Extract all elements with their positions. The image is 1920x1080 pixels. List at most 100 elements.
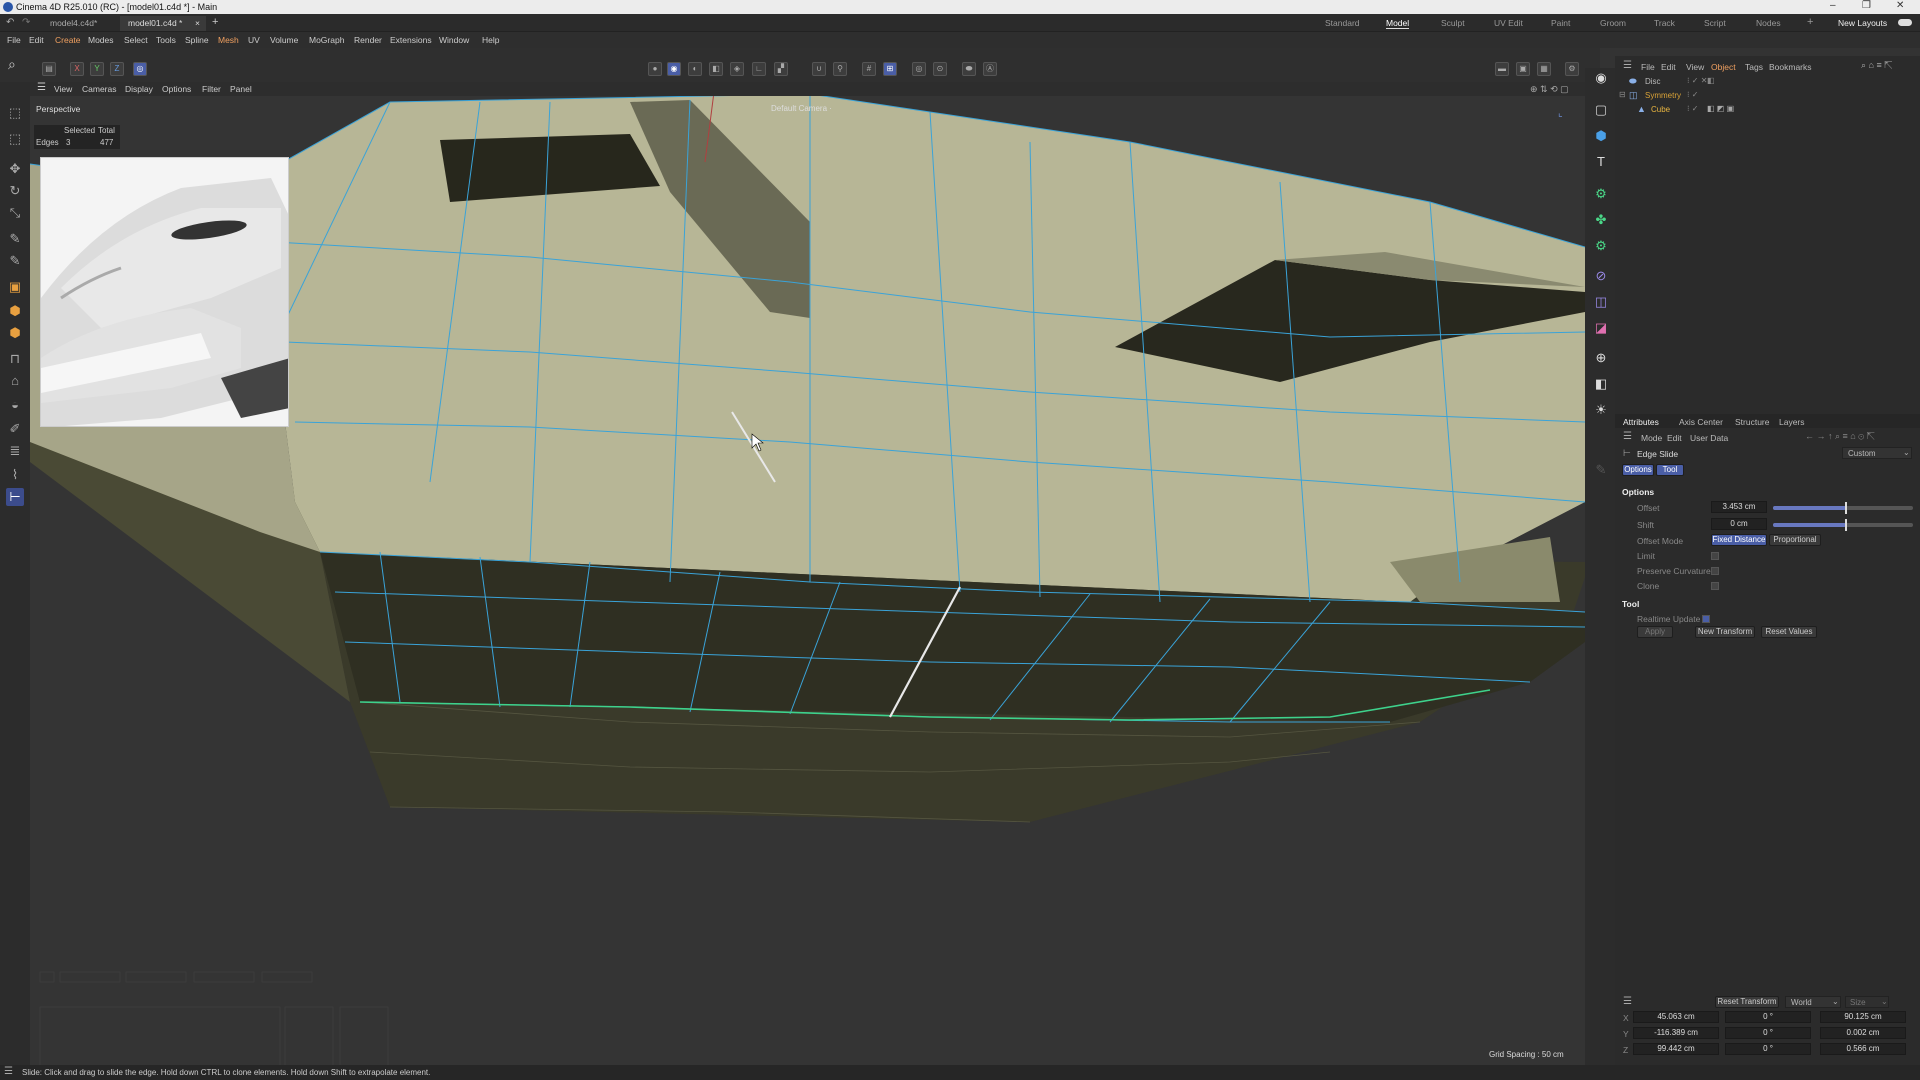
tab-structure[interactable]: Structure <box>1735 417 1770 427</box>
menu-spline[interactable]: Spline <box>185 35 209 45</box>
object-menu-file[interactable]: File <box>1641 62 1655 72</box>
offset-slider[interactable] <box>1773 502 1913 514</box>
realtime-update-checkbox[interactable] <box>1702 615 1710 623</box>
extrude-icon[interactable]: ▣ <box>6 278 24 296</box>
object-row-cube[interactable]: ▲ Cube ⁝ ✓ ◧ ◩ ▣ <box>1615 104 1920 116</box>
tab-layers[interactable]: Layers <box>1779 417 1805 427</box>
viewport-menu-display[interactable]: Display <box>125 84 153 94</box>
doc-tab-model01[interactable]: model01.c4d * × <box>120 16 206 31</box>
layout-script[interactable]: Script <box>1704 18 1726 28</box>
edit-render-settings-icon[interactable]: ▦ <box>1537 62 1551 76</box>
symmetry-icon[interactable]: ⚲ <box>833 62 847 76</box>
offset-mode-proportional[interactable]: Proportional <box>1769 534 1821 546</box>
viewport-menu-cameras[interactable]: Cameras <box>82 84 116 94</box>
axis-y-button[interactable]: Y <box>90 62 104 76</box>
edges-mode-icon[interactable]: ◐ <box>688 62 702 76</box>
layout-paint[interactable]: Paint <box>1551 18 1570 28</box>
render-view-icon[interactable]: ▬ <box>1495 62 1509 76</box>
object-menu-tags[interactable]: Tags <box>1745 62 1763 72</box>
expand-icon[interactable]: ⊟ <box>1619 90 1626 99</box>
offset-slider-knob[interactable] <box>1844 502 1847 514</box>
menu-create[interactable]: Create <box>55 35 81 45</box>
menu-help[interactable]: Help <box>482 35 499 45</box>
object-menu-bookmarks[interactable]: Bookmarks <box>1769 62 1812 72</box>
preset-dropdown[interactable]: Custom ⌄ <box>1842 447 1912 459</box>
viewport-menu-view[interactable]: View <box>54 84 72 94</box>
scale-icon[interactable]: ⤡ <box>6 204 24 222</box>
object-flags-icon[interactable]: ⁝ ✓ <box>1687 104 1698 113</box>
object-flags-icon[interactable]: ⁝ ✓ <box>1687 90 1698 99</box>
tab-attributes[interactable]: Attributes <box>1623 417 1659 427</box>
global-settings-icon[interactable]: ⚙ <box>1565 62 1579 76</box>
menu-modes[interactable]: Modes <box>88 35 114 45</box>
menu-select[interactable]: Select <box>124 35 148 45</box>
object-row-symmetry[interactable]: ⊟ ◫ Symmetry ⁝ ✓ <box>1615 90 1920 102</box>
restore-button[interactable]: ❐ <box>1862 0 1871 11</box>
stairs-icon[interactable]: ⌇ <box>6 466 24 484</box>
volume-icon[interactable]: ◪ <box>1591 318 1611 338</box>
layout-sculpt[interactable]: Sculpt <box>1441 18 1465 28</box>
viewport-nav-icons[interactable]: ⊕ ⇅ ⟲ ▢ <box>1530 84 1569 95</box>
subtab-tool[interactable]: Tool <box>1656 464 1684 476</box>
rotate-icon[interactable]: ↻ <box>6 182 24 200</box>
undo-icon[interactable]: ↶ <box>6 17 14 28</box>
close-button[interactable]: ✕ <box>1896 0 1904 11</box>
space-dropdown[interactable]: World ⌄ <box>1785 996 1841 1008</box>
rotation-y-field[interactable]: 0 ° <box>1725 1027 1811 1039</box>
deformer-icon[interactable]: ⊘ <box>1591 266 1611 286</box>
doc-tab-model4[interactable]: model4.c4d* <box>42 16 105 31</box>
coord-menu-icon[interactable]: ☰ <box>1623 996 1632 1007</box>
layout-track[interactable]: Track <box>1654 18 1675 28</box>
viewport-menu-filter[interactable]: Filter <box>202 84 221 94</box>
minimize-button[interactable]: – <box>1830 0 1836 11</box>
menu-edit[interactable]: Edit <box>29 35 44 45</box>
brush-icon[interactable]: ◒ <box>6 396 24 414</box>
hamburger-icon[interactable]: ☰ <box>37 82 46 93</box>
menu-volume[interactable]: Volume <box>270 35 298 45</box>
environment-icon[interactable]: ⊕ <box>1591 348 1611 368</box>
menu-tools[interactable]: Tools <box>156 35 176 45</box>
live-selection-icon[interactable]: ⬚ <box>6 130 24 148</box>
position-y-field[interactable]: -116.389 cm <box>1633 1027 1719 1039</box>
clone-checkbox[interactable] <box>1711 582 1719 590</box>
add-tab-button[interactable]: + <box>212 16 218 28</box>
effector-icon[interactable]: ⚙ <box>1591 236 1611 256</box>
tab-axis-center[interactable]: Axis Center <box>1679 417 1723 427</box>
apply-button[interactable]: Apply <box>1637 626 1673 638</box>
reset-values-button[interactable]: Reset Values <box>1761 626 1817 638</box>
reset-transform-button[interactable]: Reset Transform <box>1715 996 1779 1008</box>
layout-model[interactable]: Model <box>1386 18 1410 29</box>
layers-icon[interactable]: ▤ <box>42 62 56 76</box>
object-menu-object[interactable]: Object <box>1711 62 1736 72</box>
render-picture-viewer-icon[interactable]: ▣ <box>1516 62 1530 76</box>
object-menu-icon[interactable]: ☰ <box>1623 60 1632 71</box>
menu-uv[interactable]: UV <box>248 35 260 45</box>
layout-uv-edit[interactable]: UV Edit <box>1494 18 1523 28</box>
close-tab-icon[interactable]: × <box>195 18 200 28</box>
coordinate-system-icon[interactable]: ◎ <box>133 62 147 76</box>
edge-slide-icon[interactable]: ⊢ <box>6 488 24 506</box>
snap-icon[interactable]: ⊞ <box>883 62 897 76</box>
status-menu-icon[interactable]: ☰ <box>4 1066 13 1077</box>
object-menu-edit[interactable]: Edit <box>1661 62 1676 72</box>
loop-cut-icon[interactable]: ✎ <box>6 252 24 270</box>
toggle-icon[interactable] <box>1898 19 1912 26</box>
lock-workplane-icon[interactable]: ◎ <box>912 62 926 76</box>
polygon-pen-icon[interactable]: ⬢ <box>6 324 24 342</box>
tags-icons[interactable]: ◧ ◩ ▣ <box>1707 104 1734 113</box>
viewport-solo-icon[interactable]: ⬬ <box>962 62 976 76</box>
render-icon[interactable]: ◉ <box>1591 68 1611 88</box>
object-menu-view[interactable]: View <box>1686 62 1704 72</box>
rotation-x-field[interactable]: 0 ° <box>1725 1011 1811 1023</box>
menu-window[interactable]: Window <box>439 35 469 45</box>
knife-icon[interactable]: ✎ <box>6 230 24 248</box>
pen-icon[interactable]: ✎ <box>1591 460 1611 480</box>
offset-mode-fixed-distance[interactable]: Fixed Distance <box>1711 534 1767 546</box>
limit-checkbox[interactable] <box>1711 552 1719 560</box>
position-z-field[interactable]: 99.442 cm <box>1633 1043 1719 1055</box>
size-y-field[interactable]: 0.002 cm <box>1820 1027 1906 1039</box>
object-row-disc[interactable]: ⬬ Disc ⁝ ✓ ✕ ◧ <box>1615 76 1920 88</box>
magnet-icon[interactable]: ∪ <box>812 62 826 76</box>
shift-slider-knob[interactable] <box>1844 519 1847 531</box>
points-mode-icon[interactable]: ◉ <box>667 62 681 76</box>
